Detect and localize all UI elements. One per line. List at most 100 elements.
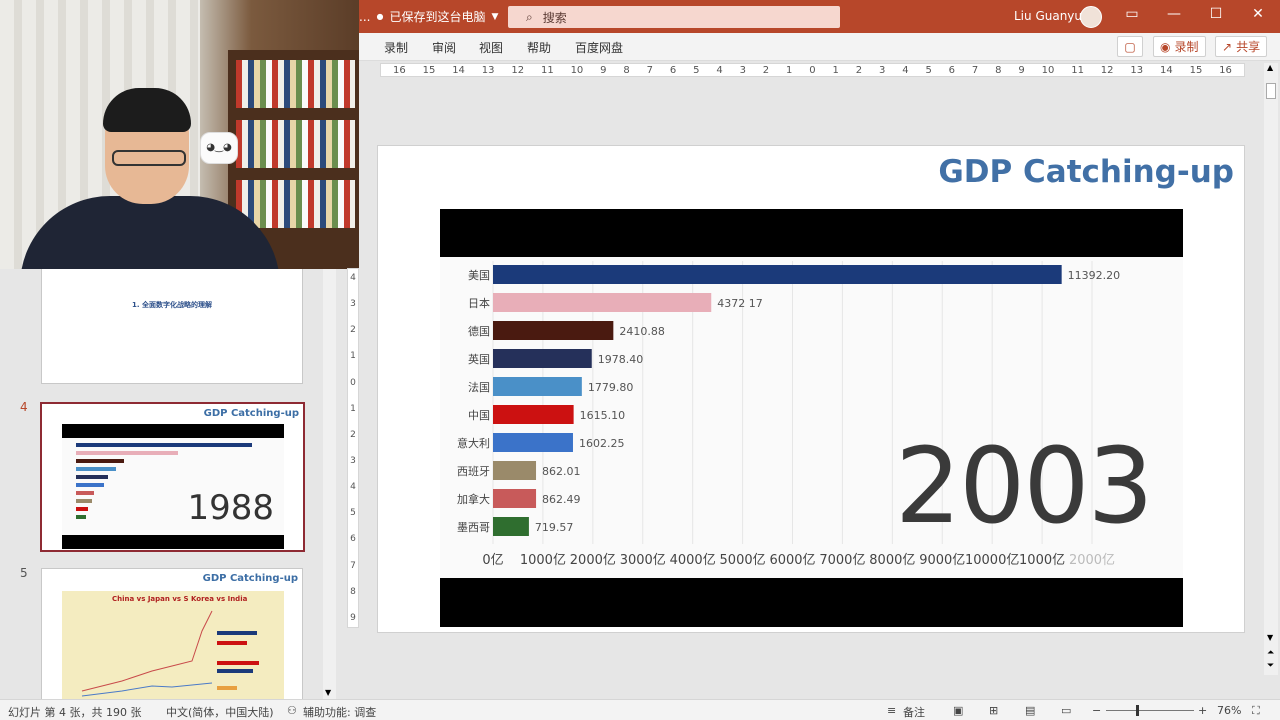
ruler-tick: 14 [452,64,465,76]
notes-button[interactable]: 备注 [903,704,925,720]
notes-icon[interactable]: ≡ [887,704,896,717]
slide-canvas[interactable]: GDP Catching-up 美国 11392.20 日本 4372 17 德国 241… [377,145,1245,633]
ruler-tick: 1 [350,403,356,414]
ruler-tick: 5 [925,64,932,76]
avatar[interactable] [1080,6,1102,28]
maximize-icon[interactable]: ☐ [1206,6,1226,22]
search-placeholder: 搜索 [542,10,567,25]
share-label: 共享 [1236,40,1261,54]
category-label: 中国 [468,409,490,422]
embedded-video[interactable]: 美国 11392.20 日本 4372 17 德国 2410.88 英国 1978.40 法国 1… [440,209,1183,627]
share-button[interactable]: ↗ 共享 [1215,36,1268,57]
thumbnail-scrollbar[interactable]: ▼ [323,269,336,699]
search-box[interactable]: ⌕ 搜索 [508,6,840,28]
value-label: 1978.40 [598,353,644,366]
language-status[interactable]: 中文(简体，中国大陆) [166,704,274,720]
scroll-down-icon[interactable]: ▼ [1267,633,1273,642]
bar [493,517,529,536]
bar [493,433,573,452]
zoom-slider-thumb[interactable] [1136,705,1139,716]
bar [493,321,614,340]
thumbnail-chart: 1988 [62,438,284,535]
x-tick-label: 2000亿 [570,553,616,568]
record-label: 录制 [1174,40,1199,54]
thumbnail-title: GDP Catching-up [203,408,299,419]
tab-record[interactable]: 录制 [384,39,408,56]
scroll-up-icon[interactable]: ▲ [1267,63,1273,72]
slideshow-icon[interactable]: ▭ [1061,704,1071,717]
bar [493,461,537,480]
zoom-slider[interactable] [1106,705,1194,716]
zoom-in-icon[interactable]: + [1198,704,1207,717]
title-bar: ... ● 已保存到这台电脑 ▼ ⌕ 搜索 Liu Guanyu ▭ — ☐ ✕ [359,0,1280,33]
ruler-tick: 15 [422,64,436,76]
ruler-tick: 13 [481,64,495,76]
slide-thumbnail-panel: 1. 全面数字化战略的理解 4 GDP Catching-up 1988 5 G… [0,269,338,699]
x-tick-label: 5000亿 [720,553,766,568]
comment-icon: ▢ [1124,39,1136,54]
ruler-tick: 6 [948,64,956,76]
tab-baidu-pan[interactable]: 百度网盘 [575,39,623,56]
tab-review[interactable]: 审阅 [432,39,456,56]
thumbnail-title: GDP Catching-up [202,573,298,584]
close-icon[interactable]: ✕ [1248,6,1268,22]
ruler-tick: 8 [995,64,1002,76]
accessibility-icon[interactable]: ⚇ [287,704,297,717]
ruler-tick: 9 [350,612,356,623]
ruler-tick: 9 [1018,64,1025,76]
powerpoint-window: ◕‿◕ ... ● 已保存到这台电脑 ▼ ⌕ 搜索 Liu Guanyu ▭ —… [0,0,1280,720]
zoom-level[interactable]: 76% [1217,704,1241,717]
x-tick-label: 4000亿 [670,553,716,568]
ruler-tick: 2 [855,64,863,76]
category-label: 加拿大 [457,492,490,506]
normal-view-icon[interactable]: ▣ [953,704,963,717]
ruler-tick: 10 [570,64,584,76]
record-button[interactable]: ◉ 录制 [1153,36,1206,57]
reading-view-icon[interactable]: ▤ [1025,704,1035,717]
slide-thumbnail-3[interactable]: 1. 全面数字化战略的理解 [41,269,303,384]
minimize-icon[interactable]: — [1164,6,1184,22]
scroll-thumb[interactable] [1266,83,1276,99]
previous-slide-icon[interactable]: ⏶ [1267,648,1274,658]
ribbon-display-icon[interactable]: ▭ [1122,6,1142,22]
bar [493,293,712,312]
slide-sorter-icon[interactable]: ⊞ [989,704,998,717]
bar [493,405,574,424]
fit-to-window-icon[interactable]: ⛶ [1252,704,1260,718]
slide-scrollbar[interactable]: ▲ ▼ ⏶ ⏷ [1264,63,1278,675]
ruler-tick: 8 [350,586,356,597]
category-label: 日本 [468,296,490,310]
ruler-tick: 6 [669,64,677,76]
x-tick-label: 7000亿 [819,553,865,568]
ruler-tick: 5 [693,64,700,76]
value-label: 719.57 [535,521,574,534]
tab-view[interactable]: 视图 [479,39,503,56]
user-name[interactable]: Liu Guanyu [1014,9,1082,23]
slide-thumbnail-4[interactable]: GDP Catching-up 1988 [40,402,305,552]
category-label: 英国 [468,352,490,366]
category-label: 法国 [468,380,490,394]
save-status-label: 已保存到这台电脑 [389,10,486,24]
save-status[interactable]: ... ● 已保存到这台电脑 ▼ [359,8,498,25]
comments-button[interactable]: ▢ [1117,36,1143,57]
ruler-tick: 7 [646,64,653,76]
bar [493,377,582,396]
x-tick-label: 3000亿 [620,553,666,568]
slide-thumbnail-5[interactable]: GDP Catching-up China vs Japan vs S Kore… [41,568,303,699]
zoom-out-icon[interactable]: − [1092,704,1101,717]
value-label: 1615.10 [580,409,626,422]
next-slide-icon[interactable]: ⏷ [1267,661,1274,671]
tab-help[interactable]: 帮助 [527,39,551,56]
value-label: 1779.80 [588,381,634,394]
scroll-down-icon[interactable]: ▼ [325,688,331,697]
accessibility-status[interactable]: 辅助功能: 调查 [303,704,376,720]
ruler-tick: 4 [716,64,723,76]
thumbnail-text: 1. 全面数字化战略的理解 [132,301,212,309]
record-icon: ◉ [1160,39,1171,54]
x-tick-label: 0亿 [482,553,503,568]
x-tick-label: 2000亿 [1069,553,1115,568]
value-label: 11392.20 [1068,269,1121,282]
ruler-tick: 13 [1130,64,1144,76]
ruler-tick: 3 [350,455,356,466]
bar [493,349,592,368]
